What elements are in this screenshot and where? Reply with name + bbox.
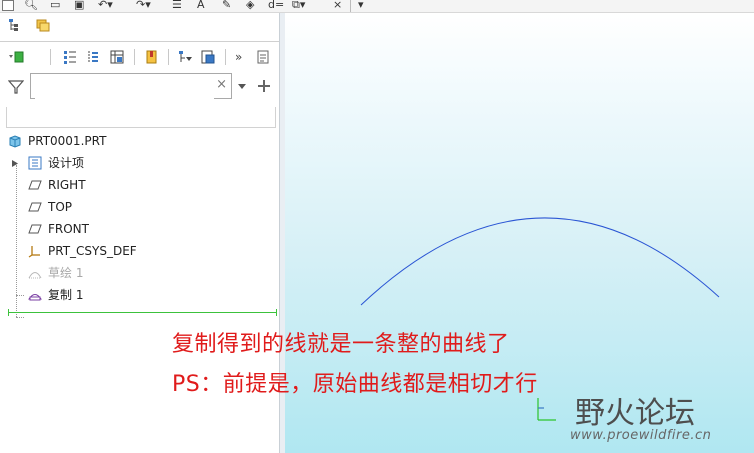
tree-header-strip	[6, 107, 276, 128]
navigator-tabs	[0, 13, 279, 42]
new-icon[interactable]	[2, 0, 14, 11]
add-icon[interactable]	[257, 79, 271, 93]
tree-root-label: PRT0001.PRT	[28, 134, 107, 148]
annotation-icon[interactable]: A	[197, 0, 205, 11]
tree-item-label: PRT_CSYS_DEF	[48, 244, 137, 258]
coordinate-triad-icon	[537, 398, 556, 421]
insert-indicator-cap	[276, 309, 277, 316]
customize-dropdown-icon[interactable]: ▾	[358, 0, 364, 11]
toolbar-separator	[168, 49, 169, 65]
annotation-line-2: PS：前提是，原始曲线都是相切才行	[172, 372, 538, 397]
bookmark-icon[interactable]	[144, 49, 160, 65]
window-icon[interactable]: ⧉▾	[292, 0, 305, 11]
toolbar-separator	[350, 0, 351, 12]
quick-access-toolbar: 🔍︎ ▭ ▣ ↶▾ ↷▾ ☰ A ✎ ◈ d= ⧉▾ × ▾	[0, 0, 754, 13]
close-window-icon[interactable]: ×	[333, 0, 342, 11]
search-field[interactable]: ×	[30, 73, 232, 99]
search-bar: ×	[0, 73, 279, 103]
clear-search-icon[interactable]: ×	[216, 77, 227, 92]
copy-feature-icon	[28, 294, 42, 301]
tree-item-label: TOP	[48, 200, 73, 214]
watermark-url: www.proewildfire.cn	[570, 428, 712, 443]
search-input[interactable]	[35, 75, 214, 99]
show-dropdown-icon[interactable]	[8, 49, 24, 65]
tree-columns-icon[interactable]	[85, 49, 101, 65]
datum-plane-icon	[28, 224, 42, 234]
design-items-icon	[28, 156, 42, 170]
tree-item-label: 设计项	[48, 156, 85, 170]
list-options-icon[interactable]	[255, 49, 271, 65]
tree-item-label: 复制 1	[48, 288, 84, 302]
insert-indicator-cap	[8, 309, 9, 316]
part-icon	[9, 135, 21, 148]
toolbar-separator	[50, 49, 51, 65]
hierarchy-filter-icon[interactable]	[177, 49, 193, 65]
folder-browser-tab-icon[interactable]	[36, 18, 50, 32]
toolbar-separator	[225, 49, 226, 65]
save-icon[interactable]: ▣	[74, 0, 84, 11]
regenerate-icon[interactable]: ☰	[172, 0, 182, 11]
toolbar-separator	[134, 49, 135, 65]
folder-icon[interactable]: ▭	[50, 0, 60, 11]
annotation-line-1: 复制得到的线就是一条整的曲线了	[172, 332, 510, 357]
more-chevron-icon[interactable]: »	[235, 49, 251, 65]
tree-guide-line	[16, 317, 24, 319]
chevron-down-icon[interactable]	[237, 82, 247, 90]
tree-item-label: FRONT	[48, 222, 89, 236]
arc-curve[interactable]	[360, 217, 720, 306]
coordinate-system-icon	[28, 246, 40, 258]
tree-filters-icon[interactable]	[62, 49, 78, 65]
watermark-brand: 野火论坛	[575, 396, 695, 431]
filter-funnel-icon[interactable]	[8, 79, 24, 95]
datum-plane-icon	[28, 180, 42, 190]
open-icon[interactable]: 🔍︎	[24, 0, 38, 11]
tree-item-label: RIGHT	[48, 178, 86, 192]
settings-icon[interactable]	[200, 49, 216, 65]
setup-button[interactable]: d=	[268, 0, 284, 11]
undo-icon[interactable]: ↶▾	[98, 0, 113, 11]
redo-icon[interactable]: ↷▾	[136, 0, 151, 11]
tree-guide-line	[16, 165, 18, 295]
appearance-icon[interactable]: ◈	[246, 0, 254, 11]
insert-indicator-line[interactable]	[8, 312, 277, 313]
model-tree-tab-icon[interactable]	[8, 18, 22, 32]
tree-guide-line	[16, 295, 18, 317]
model-tree-toolbar: »	[0, 43, 279, 71]
table-view-icon[interactable]	[109, 49, 125, 65]
edit-icon[interactable]: ✎	[222, 0, 231, 11]
datum-plane-icon	[28, 202, 42, 212]
tree-item-label: 草绘 1	[48, 266, 84, 280]
sketch-icon	[28, 272, 42, 279]
